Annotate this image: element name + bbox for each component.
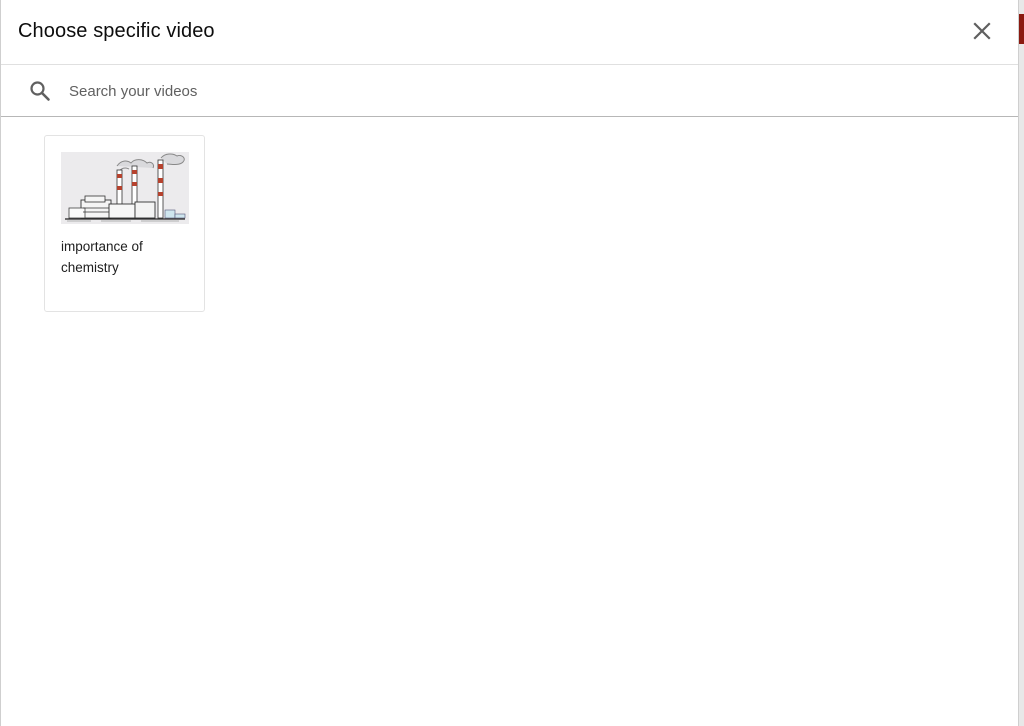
- search-input[interactable]: [67, 77, 971, 105]
- video-grid: importance of chemistry: [1, 117, 1018, 726]
- close-button[interactable]: [967, 16, 997, 46]
- dialog-header: Choose specific video: [1, 0, 1018, 65]
- backdrop-edge: [1019, 0, 1024, 726]
- close-icon: [973, 22, 991, 40]
- video-title: importance of chemistry: [61, 239, 143, 275]
- search-icon[interactable]: [28, 79, 52, 103]
- video-card[interactable]: importance of chemistry: [44, 135, 205, 312]
- choose-video-dialog: Choose specific video Search your videos…: [0, 0, 1019, 726]
- factory-smokestacks-image: [61, 152, 189, 224]
- search-bar: [1, 65, 1018, 117]
- video-thumbnail: [61, 152, 189, 224]
- dialog-title: Choose specific video: [18, 20, 215, 42]
- backdrop-accent: [1019, 14, 1024, 44]
